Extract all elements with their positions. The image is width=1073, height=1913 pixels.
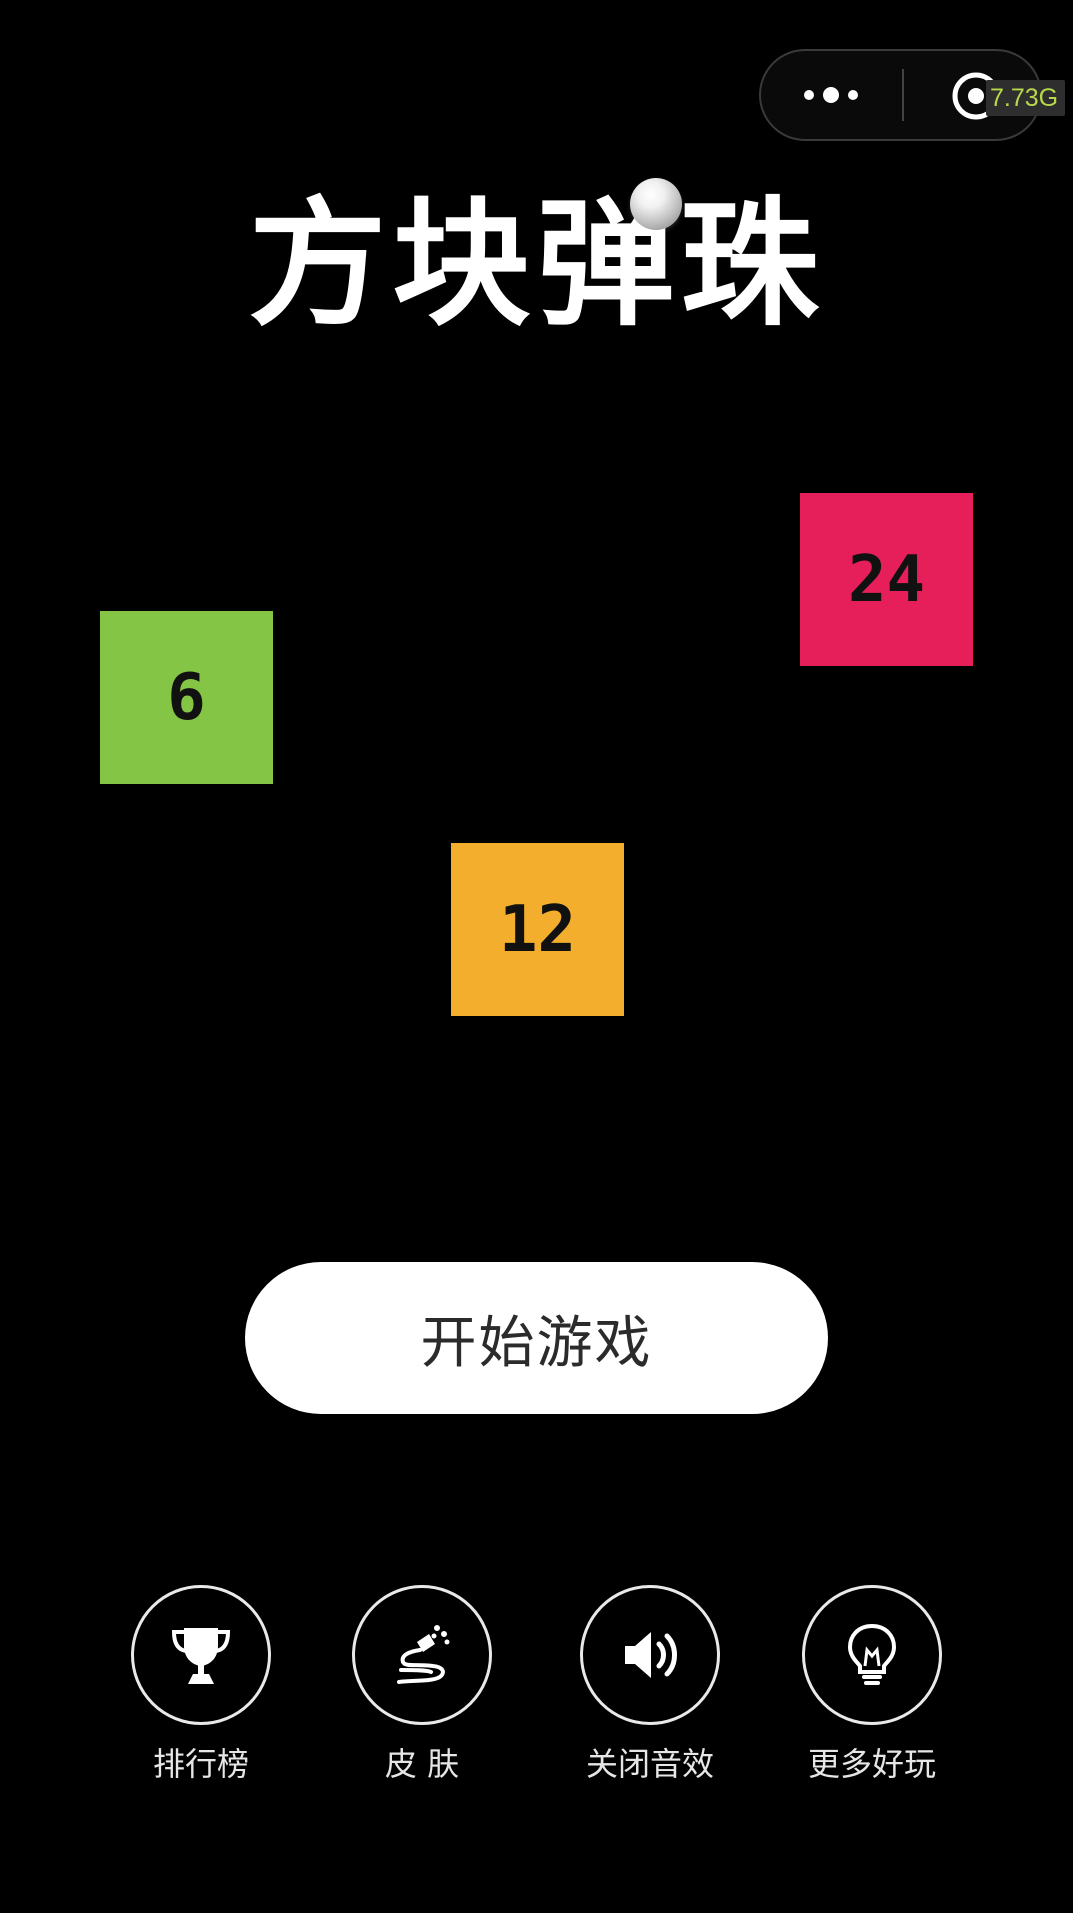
start-game-button[interactable]: 开始游戏 <box>245 1262 828 1414</box>
more-games-label: 更多好玩 <box>807 1745 936 1783</box>
lightbulb-icon <box>847 1623 897 1685</box>
block-value: 6 <box>167 660 206 735</box>
leaderboard-button[interactable]: 排行榜 <box>121 1585 281 1785</box>
leaderboard-circle <box>131 1585 271 1725</box>
speaker-icon <box>625 1632 677 1678</box>
sound-label: 关闭音效 <box>585 1745 714 1783</box>
leaderboard-label: 排行榜 <box>152 1745 249 1783</box>
dot <box>804 90 814 100</box>
number-block: 12 <box>451 843 624 1016</box>
capsule-divider <box>902 69 904 121</box>
trophy-icon <box>171 1628 231 1684</box>
more-games-circle <box>802 1585 942 1725</box>
dot <box>823 87 839 103</box>
memory-badge: 7.73G <box>986 80 1066 116</box>
pearl-ball-icon <box>630 178 682 230</box>
number-block: 24 <box>800 493 973 666</box>
dot <box>848 90 858 100</box>
brush-icon <box>397 1625 450 1684</box>
more-games-button[interactable]: 更多好玩 <box>792 1585 952 1785</box>
block-value: 12 <box>498 892 577 967</box>
start-game-label: 开始游戏 <box>420 1310 653 1376</box>
skin-circle <box>352 1585 492 1725</box>
more-options-button[interactable] <box>761 51 901 139</box>
sound-toggle-button[interactable]: 关闭音效 <box>570 1585 730 1785</box>
game-title: 方块弹珠 <box>248 184 825 345</box>
number-block: 6 <box>100 611 273 784</box>
block-value: 24 <box>847 542 926 617</box>
sound-circle <box>580 1585 720 1725</box>
skin-button[interactable]: 皮 肤 <box>342 1585 502 1785</box>
skin-label: 皮 肤 <box>384 1745 460 1783</box>
